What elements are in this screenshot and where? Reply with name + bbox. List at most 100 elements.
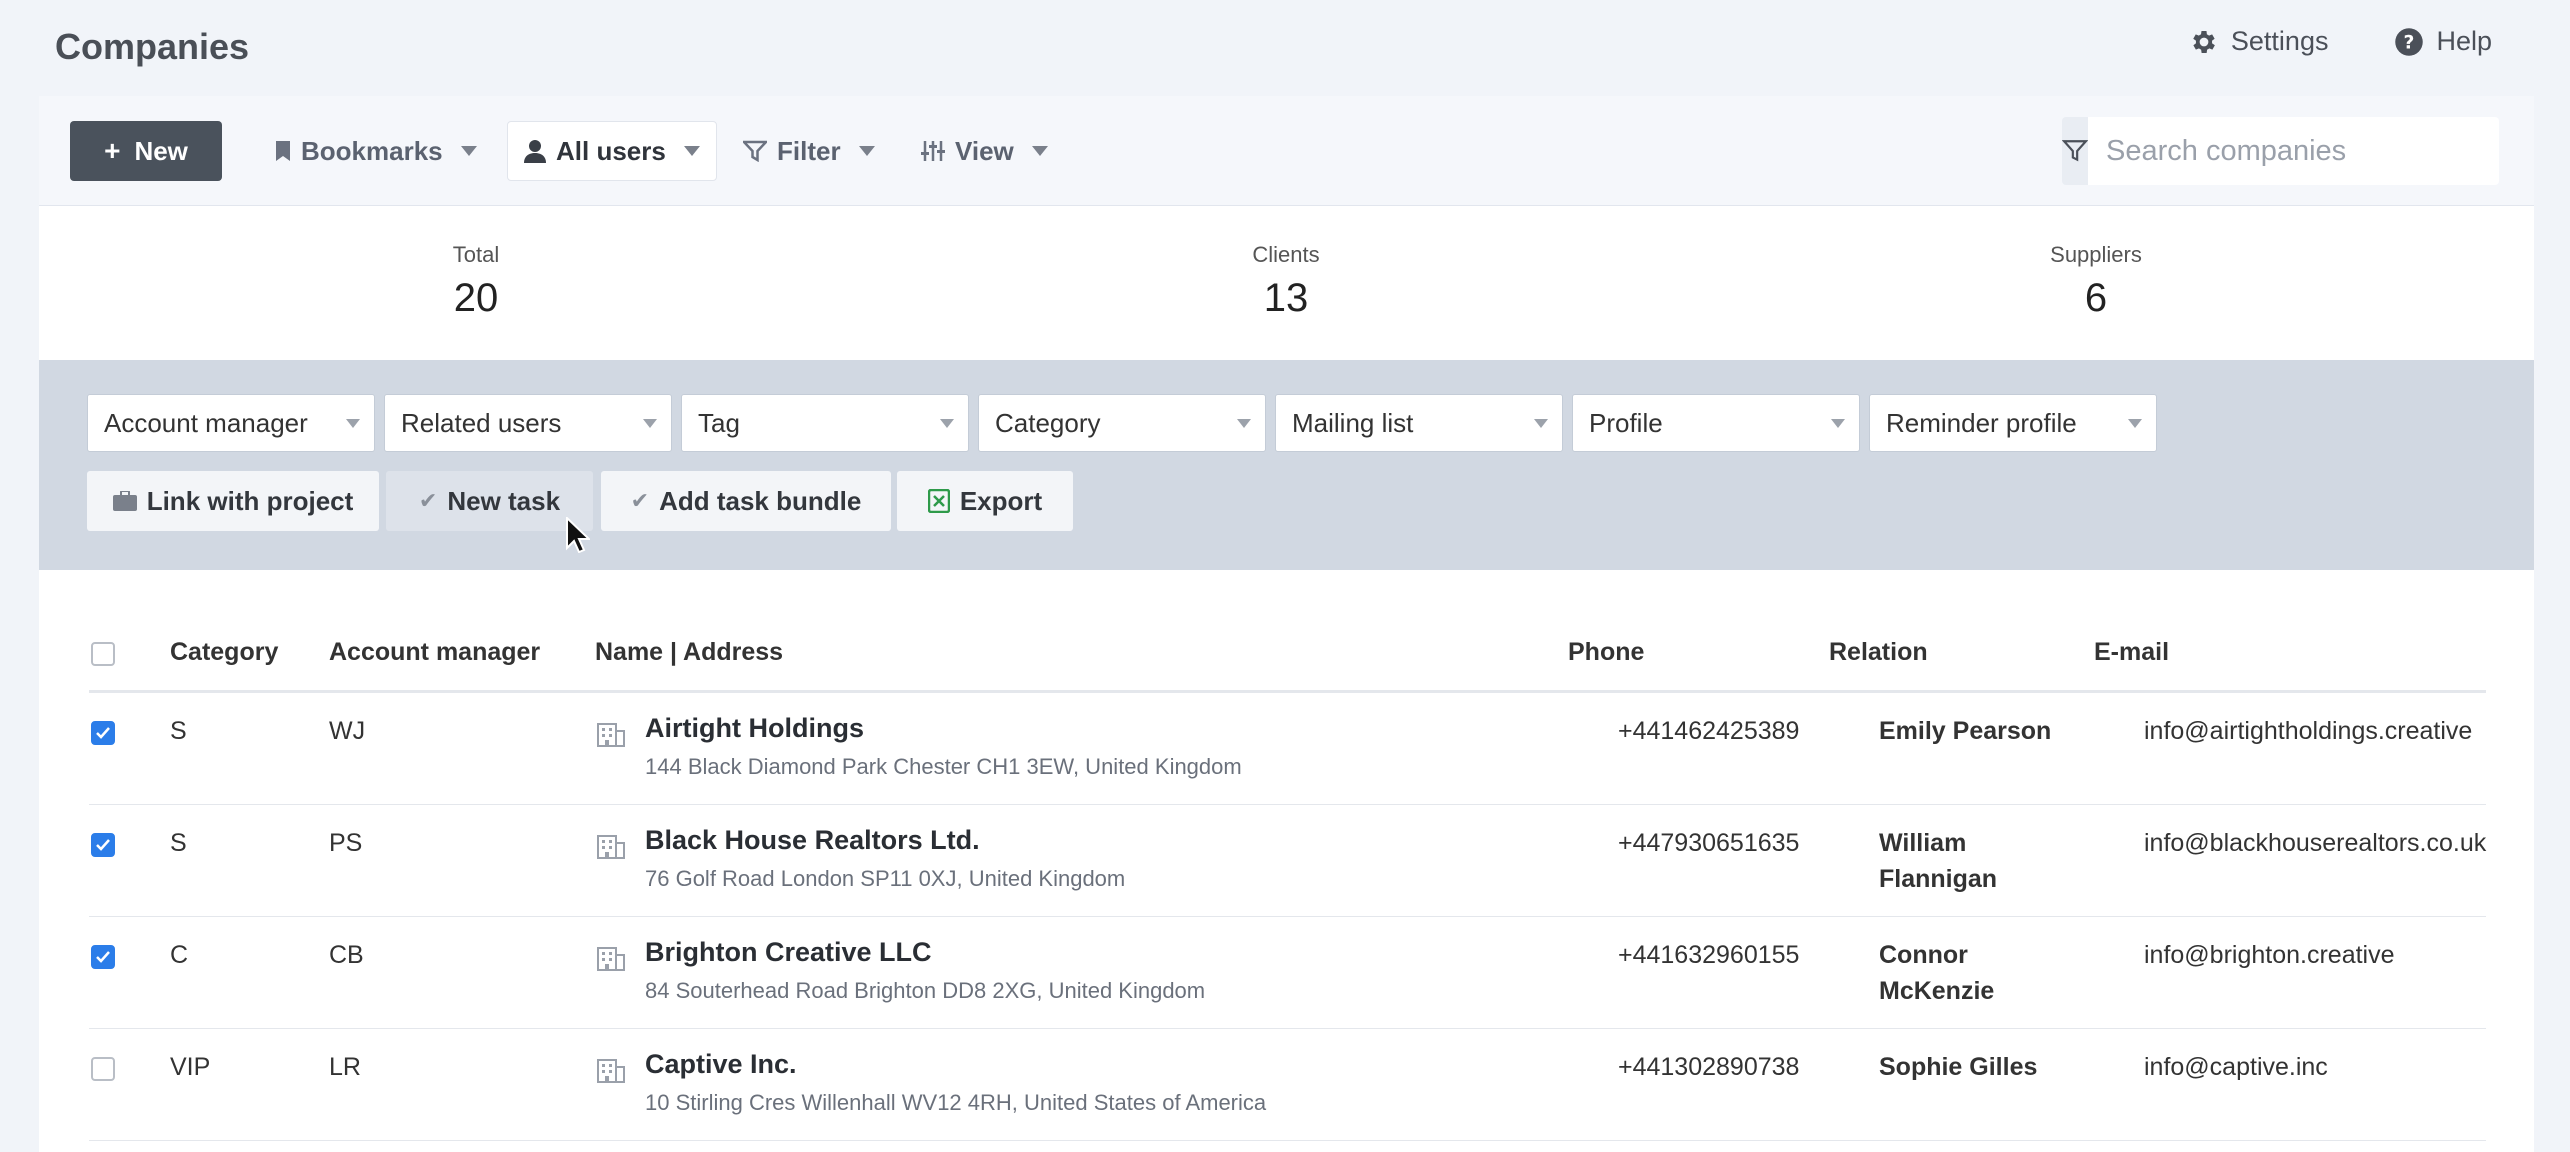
mailing-list-select[interactable]: Mailing list [1275,394,1563,452]
chevron-down-icon [1031,146,1048,156]
select-label: Tag [698,407,740,438]
select-label: Profile [1589,407,1663,438]
relation-cell[interactable]: Emily Pearson [1879,713,2059,749]
users-dropdown[interactable]: All users [507,121,717,181]
company-name-link[interactable]: Black House Realtors Ltd. [645,825,1125,856]
phone-cell[interactable]: +441632960155 [1618,941,1799,970]
check-icon: ✔ [418,488,438,513]
page-title: Companies [55,26,250,67]
table-row[interactable]: S WJ Airtight Holdings 144 Black Diamond… [89,693,2486,805]
profile-select[interactable]: Profile [1572,394,1860,452]
stats-bar: Total 20 Clients 13 Suppliers 6 [39,206,2534,360]
name-address-cell: Captive Inc. 10 Stirling Cres Willenhall… [645,1049,1266,1116]
stat-total: Total 20 [453,242,499,321]
category-cell: S [170,829,187,857]
stat-label: Clients [1252,242,1320,267]
account-manager-select[interactable]: Account manager [87,394,375,452]
toolbar: + New Bookmarks All users Filter View [39,96,2534,206]
company-address: 76 Golf Road London SP11 0XJ, United Kin… [645,866,1126,891]
briefcase-icon [112,491,137,511]
help-link[interactable]: ? Help [2394,26,2492,57]
company-name-link[interactable]: Captive Inc. [645,1049,1266,1080]
email-cell[interactable]: info@airtightholdings.creative [2144,717,2472,746]
user-icon [524,140,546,163]
table-row[interactable]: C CB Brighton Creative LLC 84 Souterhead… [89,917,2486,1029]
select-label: Reminder profile [1886,407,2077,438]
stat-value: 6 [2084,276,2108,320]
search-input[interactable] [2088,117,2499,185]
filter-dropdown[interactable]: Filter [743,121,875,181]
table-row[interactable]: S PS Black House Realtors Ltd. 76 Golf R… [89,805,2486,917]
relation-cell[interactable]: Sophie Gilles [1879,1049,2059,1085]
company-name-link[interactable]: Airtight Holdings [645,713,1242,744]
companies-page: Companies Settings ? Help + New Bookmark… [0,0,2570,1152]
chevron-down-icon [858,146,875,156]
mouse-cursor-icon [566,517,590,553]
row-checkbox[interactable] [91,1057,115,1081]
new-button[interactable]: + New [70,121,222,181]
tag-select[interactable]: Tag [681,394,969,452]
select-label: Category [995,407,1101,438]
account-manager-cell: LR [329,1053,361,1081]
settings-link[interactable]: Settings [2189,26,2328,57]
email-cell[interactable]: info@brighton.creative [2144,941,2395,970]
bookmarks-dropdown[interactable]: Bookmarks [275,121,477,181]
col-header-relation[interactable]: Relation [1829,638,1928,667]
phone-cell[interactable]: +447930651635 [1618,829,1799,858]
relation-cell[interactable]: William Flannigan [1879,825,2059,897]
bookmarks-label: Bookmarks [301,135,443,166]
view-dropdown[interactable]: View [921,121,1048,181]
top-links: Settings ? Help [2189,26,2492,57]
row-checkbox[interactable] [91,945,115,969]
select-all-checkbox[interactable] [91,642,115,666]
help-icon: ? [2395,27,2424,56]
select-label: Mailing list [1292,407,1414,438]
table-row[interactable]: VIP LR Captive Inc. 10 Stirling Cres Wil… [89,1029,2486,1141]
category-cell: S [170,717,187,745]
chevron-down-icon [940,419,954,428]
export-button[interactable]: Export [897,471,1073,531]
email-cell[interactable]: info@captive.inc [2144,1053,2328,1082]
bookmark-icon [276,141,290,161]
phone-cell[interactable]: +441302890738 [1618,1053,1799,1082]
col-header-phone[interactable]: Phone [1568,638,1644,667]
check-icon [96,839,110,851]
new-task-button[interactable]: ✔ New task [386,471,593,531]
category-select[interactable]: Category [978,394,1266,452]
row-checkbox[interactable] [91,833,115,857]
users-label: All users [556,135,666,166]
filter-panel: Account manager Related users Tag Catego… [39,360,2534,570]
name-address-cell: Brighton Creative LLC 84 Souterhead Road… [645,937,1205,1004]
add-task-bundle-button[interactable]: ✔ Add task bundle [601,471,891,531]
filter-label: Filter [777,135,841,166]
search-filter-button[interactable] [2062,117,2088,185]
company-name-link[interactable]: Brighton Creative LLC [645,937,1205,968]
related-users-select[interactable]: Related users [384,394,672,452]
name-address-cell: Black House Realtors Ltd. 76 Golf Road L… [645,825,1125,892]
row-checkbox[interactable] [91,721,115,745]
building-icon [597,947,625,971]
phone-cell[interactable]: +441462425389 [1618,717,1799,746]
chevron-down-icon [643,419,657,428]
col-header-category[interactable]: Category [170,638,278,667]
excel-icon [927,489,950,513]
building-icon [597,1059,625,1083]
sliders-icon [921,141,945,161]
chevron-down-icon [1237,419,1251,428]
col-header-email[interactable]: E-mail [2094,638,2169,667]
chevron-down-icon [1831,419,1845,428]
stat-label: Suppliers [2050,242,2142,267]
email-cell[interactable]: info@blackhouserealtors.co.uk [2144,829,2486,858]
check-icon [96,727,110,739]
funnel-icon [743,140,767,162]
link-with-project-button[interactable]: Link with project [87,471,379,531]
relation-cell[interactable]: Connor McKenzie [1879,937,2059,1009]
chevron-down-icon [460,146,477,156]
reminder-profile-select[interactable]: Reminder profile [1869,394,2157,452]
account-manager-cell: WJ [329,717,366,745]
name-address-cell: Airtight Holdings 144 Black Diamond Park… [645,713,1242,780]
col-header-account-manager[interactable]: Account manager [329,638,540,667]
stat-suppliers: Suppliers 6 [2050,242,2142,321]
new-task-label: New task [447,485,561,516]
col-header-name-address[interactable]: Name | Address [595,638,783,667]
